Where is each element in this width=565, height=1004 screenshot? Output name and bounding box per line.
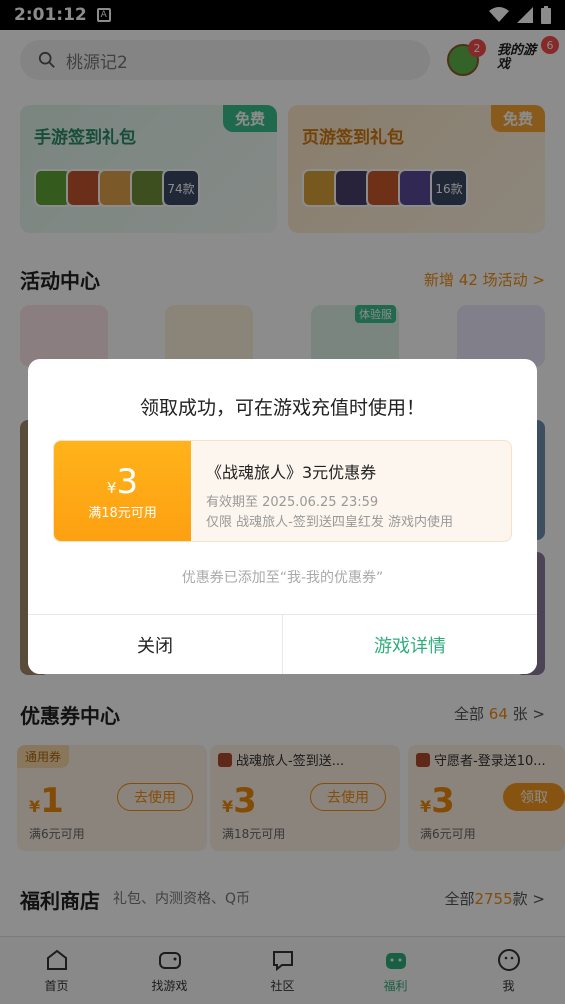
coupon-value-panel: ¥3 满18元可用 [54, 441, 191, 541]
dialog-hint: 优惠券已添加至“我-我的优惠券” [181, 570, 384, 586]
coupon-name: 《战魂旅人》3元优惠券 [206, 463, 377, 482]
coupon-validity: 有效期至 2025.06.25 23:59 [206, 495, 379, 510]
coupon-condition: 满18元可用 [88, 505, 157, 521]
dialog-title: 领取成功，可在游戏充值时使用！ [139, 397, 425, 419]
coupon-success-dialog: 领取成功，可在游戏充值时使用！ ¥3 满18元可用 《战魂旅人》3元优惠券 有效… [28, 359, 537, 674]
coupon-value: 3 [116, 461, 139, 502]
coupon-info: 《战魂旅人》3元优惠券 有效期至 2025.06.25 23:59 仅限 战魂旅… [206, 459, 453, 533]
close-button[interactable]: 关闭 [28, 615, 282, 674]
coupon-amount: ¥3 [107, 462, 138, 502]
coupon-scope: 仅限 战魂旅人-签到送四皇红发 游戏内使用 [206, 515, 453, 530]
game-detail-button[interactable]: 游戏详情 [282, 615, 537, 674]
dialog-buttons: 关闭 游戏详情 [28, 614, 537, 674]
dialog-coupon: ¥3 满18元可用 《战魂旅人》3元优惠券 有效期至 2025.06.25 23… [53, 440, 512, 542]
